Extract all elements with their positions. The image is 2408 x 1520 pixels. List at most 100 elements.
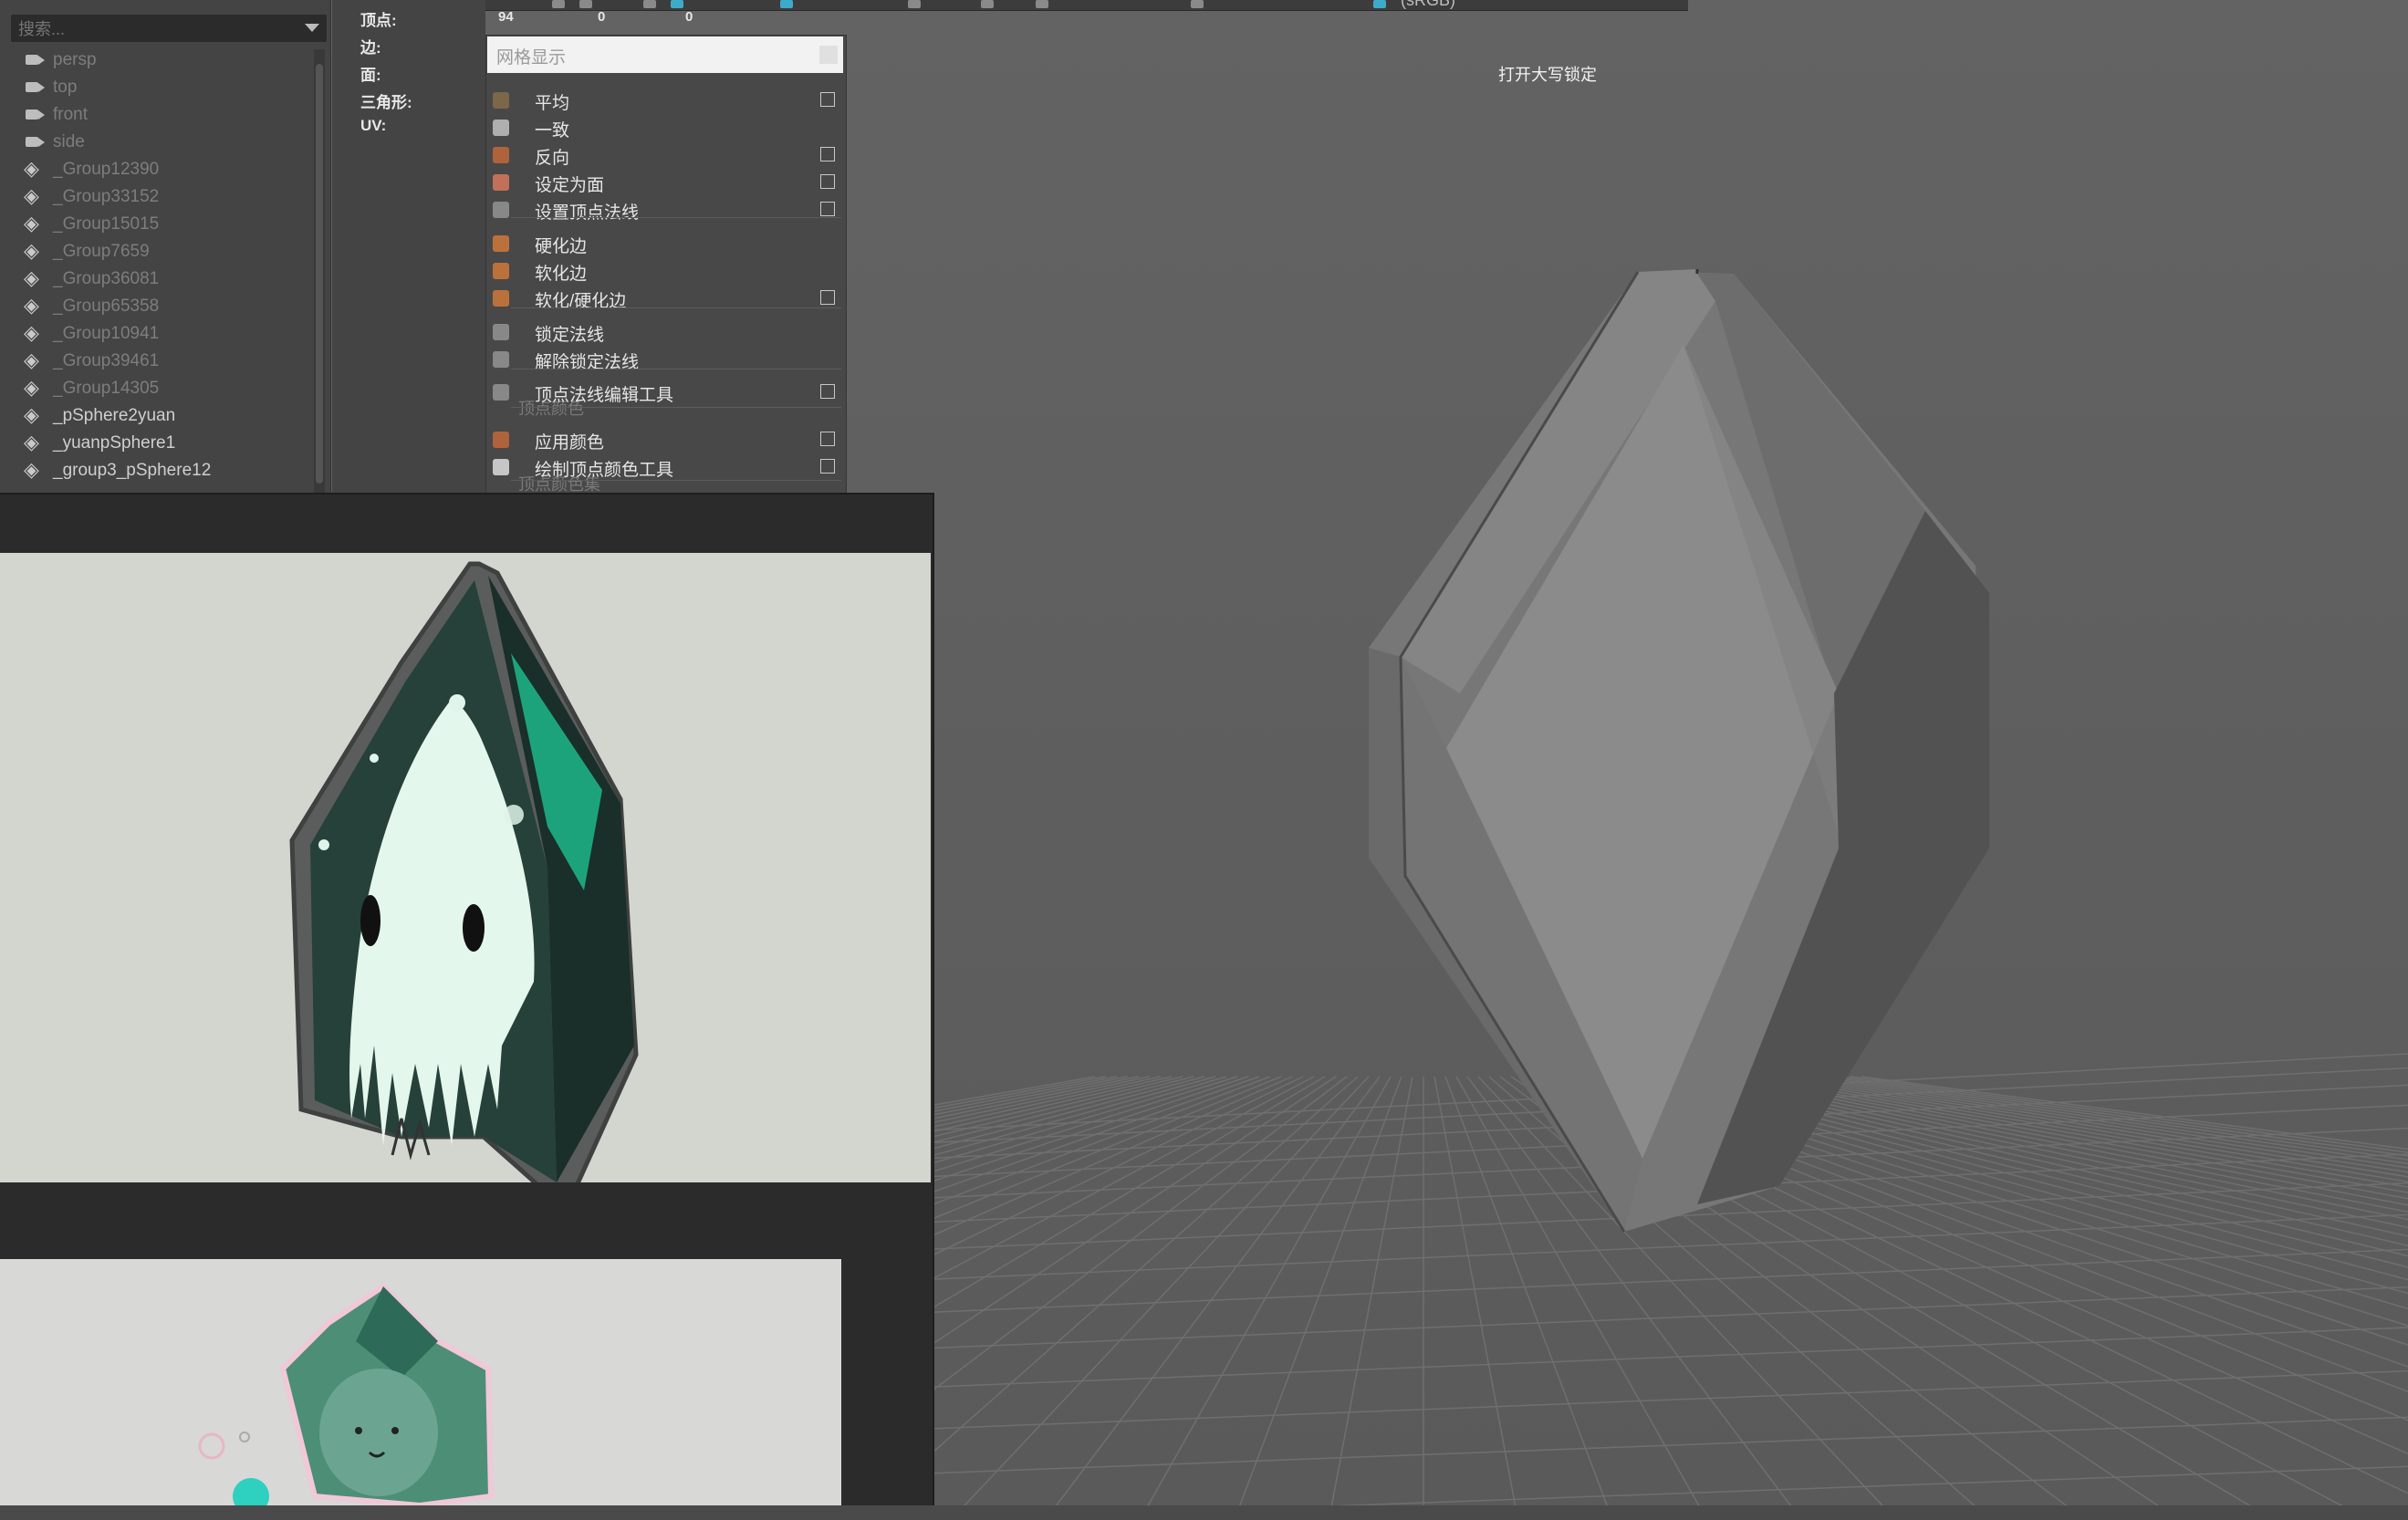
menu-item-icon <box>493 235 509 252</box>
outliner-item-label: _Group65358 <box>53 297 160 316</box>
toolbar-tool-icon[interactable] <box>643 0 656 8</box>
poly-label-face: 面: <box>360 67 381 84</box>
outliner-item-label: _yuanpSphere1 <box>53 433 176 453</box>
outliner-item[interactable]: _Group12390 <box>22 157 159 182</box>
camera-icon <box>22 135 47 150</box>
menu-separator <box>511 369 841 370</box>
outliner-item-label: _Group7659 <box>53 242 150 261</box>
reference-image-ghost-crystal <box>0 553 931 1182</box>
menu-option-box[interactable] <box>820 290 835 305</box>
menu-item-icon <box>493 384 509 401</box>
toolbar-tool-icon[interactable] <box>579 0 592 8</box>
menu-separator <box>511 217 841 218</box>
menu-title: 网格显示 <box>496 48 567 68</box>
outliner-item[interactable]: _Group15015 <box>22 212 159 237</box>
outliner-item-label: front <box>53 105 89 124</box>
menu-title-bar[interactable]: 网格显示 <box>487 36 843 73</box>
outliner-item-label: side <box>53 132 85 151</box>
poly-label-vertex: 顶点: <box>360 12 397 29</box>
group-icon <box>22 431 47 456</box>
toolbar-tool-icon[interactable] <box>671 0 683 8</box>
group-icon <box>22 376 47 401</box>
search-options-arrow-icon[interactable] <box>305 24 319 32</box>
outliner-item[interactable]: _pSphere2yuan <box>22 403 175 429</box>
poly-count-panel <box>332 0 485 493</box>
group-icon <box>22 294 47 319</box>
menu-item[interactable]: 一致 <box>535 117 569 141</box>
toolbar-tool-icon[interactable] <box>1191 0 1204 8</box>
menu-item[interactable]: 顶点法线编辑工具 <box>535 381 673 406</box>
menu-option-box[interactable] <box>820 174 835 189</box>
camera-icon <box>22 108 47 122</box>
toolbar-tool-icon[interactable] <box>908 0 921 8</box>
outliner-item-label: _Group10941 <box>53 324 160 343</box>
menu-option-box[interactable] <box>820 432 835 446</box>
menu-item[interactable]: 软化边 <box>535 260 587 285</box>
group-icon <box>22 212 47 237</box>
toolbar-tool-icon[interactable] <box>552 0 565 8</box>
menu-option-box[interactable] <box>820 384 835 399</box>
color-space-label[interactable]: (sRGB) <box>1401 0 1455 10</box>
menu-item-icon <box>493 324 509 340</box>
outliner-item-label: _Group36081 <box>53 269 160 288</box>
menu-option-box[interactable] <box>820 202 835 216</box>
poly-vertex-value: 94 <box>498 9 514 25</box>
menu-item-icon <box>493 202 509 218</box>
outliner-item[interactable]: _Group7659 <box>22 239 150 265</box>
menu-item[interactable]: 锁定法线 <box>535 321 604 346</box>
outliner-item[interactable]: _Group65358 <box>22 294 159 319</box>
outliner-item[interactable]: _Group39461 <box>22 349 159 374</box>
group-icon <box>22 349 47 374</box>
outliner-item[interactable]: _yuanpSphere1 <box>22 431 175 456</box>
outliner-item[interactable]: top <box>22 75 77 100</box>
camera-icon <box>22 80 47 95</box>
menu-item-icon <box>493 290 509 307</box>
outliner-search-field[interactable] <box>11 15 327 42</box>
group-icon <box>22 321 47 347</box>
outliner-item[interactable]: _group3_pSphere12 <box>22 458 211 484</box>
outliner-item[interactable]: _Group36081 <box>22 266 159 292</box>
reference-image-cute-crystal <box>0 1259 841 1505</box>
outliner-item[interactable]: _Group10941 <box>22 321 159 347</box>
menu-item[interactable]: 设置顶点法线 <box>535 199 639 224</box>
menu-item[interactable]: 绘制顶点颜色工具 <box>535 456 673 481</box>
outliner-item-label: _Group39461 <box>53 351 160 370</box>
outliner-search-input[interactable] <box>16 17 294 41</box>
menu-option-box[interactable] <box>820 459 835 474</box>
outliner-item[interactable]: front <box>22 102 88 128</box>
menu-item[interactable]: 反向 <box>535 144 569 169</box>
outliner-item-label: _Group15015 <box>53 214 160 234</box>
menu-option-box[interactable] <box>820 92 835 107</box>
poly-label-uv: UV: <box>360 117 387 134</box>
menu-item[interactable]: 硬化边 <box>535 233 587 257</box>
menu-item-icon <box>493 174 509 191</box>
menu-item[interactable]: 设定为面 <box>535 172 604 196</box>
group-icon <box>22 266 47 292</box>
group-icon <box>22 184 47 210</box>
group-icon <box>22 403 47 429</box>
outliner-item[interactable]: persp <box>22 47 97 73</box>
outliner-scroll-thumb[interactable] <box>316 64 323 484</box>
group-icon <box>22 157 47 182</box>
toolbar-tool-icon[interactable] <box>1036 0 1048 8</box>
menu-item[interactable]: 平均 <box>535 89 569 114</box>
outliner-item[interactable]: _Group14305 <box>22 376 159 401</box>
menu-close-icon[interactable] <box>819 46 838 64</box>
outliner-item-label: _group3_pSphere12 <box>53 461 212 480</box>
menu-item-icon <box>493 432 509 448</box>
outliner-item-label: top <box>53 78 78 97</box>
toolbar-tool-icon[interactable] <box>780 0 793 8</box>
menu-item-icon <box>493 92 509 109</box>
toolbar-tool-icon[interactable] <box>1373 0 1386 8</box>
menu-item-icon <box>493 263 509 279</box>
poly-label-triangle: 三角形: <box>360 94 412 111</box>
outliner-item-label: persp <box>53 50 97 69</box>
outliner-item[interactable]: side <box>22 130 85 155</box>
bottom-panel-strip <box>0 1505 2408 1520</box>
outliner-item[interactable]: _Group33152 <box>22 184 159 210</box>
ghost-crystal-illustration <box>0 553 931 1182</box>
menu-item[interactable]: 应用颜色 <box>535 429 604 453</box>
menu-item-icon <box>493 351 509 368</box>
menu-option-box[interactable] <box>820 147 835 161</box>
toolbar-tool-icon[interactable] <box>981 0 994 8</box>
